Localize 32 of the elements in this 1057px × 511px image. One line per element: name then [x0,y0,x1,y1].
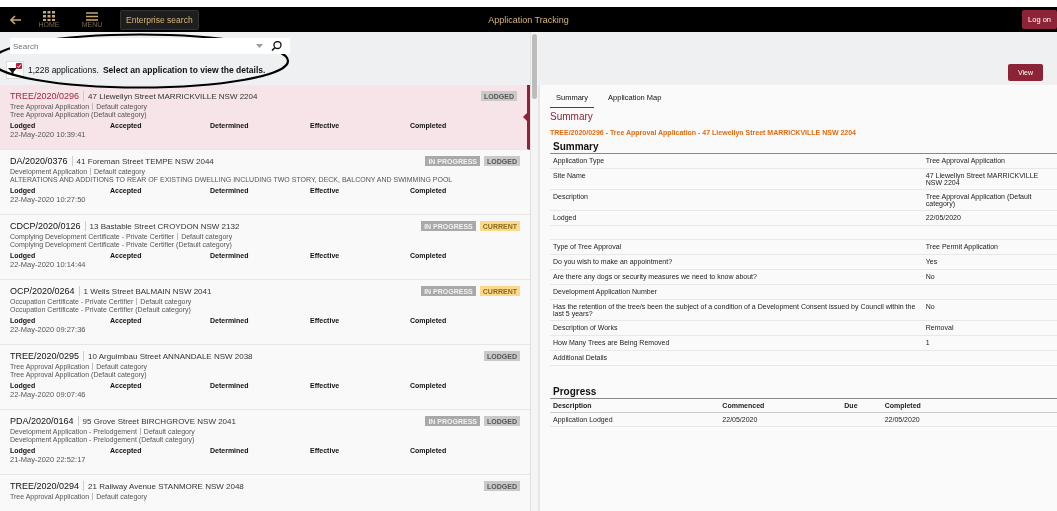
application-row[interactable] [0,85,530,150]
application-address: 41 Foreman Street TEMPE NSW 2044 [75,156,214,166]
application-address: 1 Wells Street BALMAIN NSW 2041 [82,286,212,296]
application-address: 21 Railway Avenue STANMORE NSW 2048 [87,481,244,491]
scrollbar[interactable] [530,32,538,511]
application-id: TREE/2020/0294 [10,481,85,491]
search-icon[interactable] [271,38,290,54]
application-id: CDCP/2020/0126 [10,221,86,231]
application-id: TREE/2020/0295 [10,351,85,361]
back-button[interactable] [10,14,21,25]
results-hint: Select an application to view the details. [102,65,266,75]
progress-title: Progress [550,386,1057,399]
summary-title: Summary [550,141,1057,154]
results-count: 1,228 applications. [28,65,99,75]
application-id: PDA/2020/0164 [10,416,79,426]
app-title: Application Tracking [488,14,569,25]
application-id: DA/2020/0376 [10,156,73,166]
application-address: 10 Arguimbau Street ANNANDALE NSW 2038 [87,351,253,361]
section-heading: Summary [550,111,594,122]
menu-icon [86,11,98,21]
application-address: 95 Grove Street BIRCHGROVE NSW 2041 [81,416,236,426]
back-arrow-icon [10,14,21,25]
dropdown-caret-icon [256,44,263,48]
grid-icon [43,11,55,21]
enterprise-search-button[interactable]: Enterprise search [120,9,199,30]
application-address: 13 Bastable Street CROYDON NSW 2132 [88,221,240,231]
application-id: OCP/2020/0264 [10,286,80,296]
search-field[interactable]: Search [10,38,271,54]
application-address: 47 Llewellyn Street MARRICKVILLE NSW 2204 [87,91,258,101]
search-input[interactable]: Search [10,41,256,51]
application-id: TREE/2020/0296 [10,91,85,101]
selection-pointer-icon [523,113,527,121]
